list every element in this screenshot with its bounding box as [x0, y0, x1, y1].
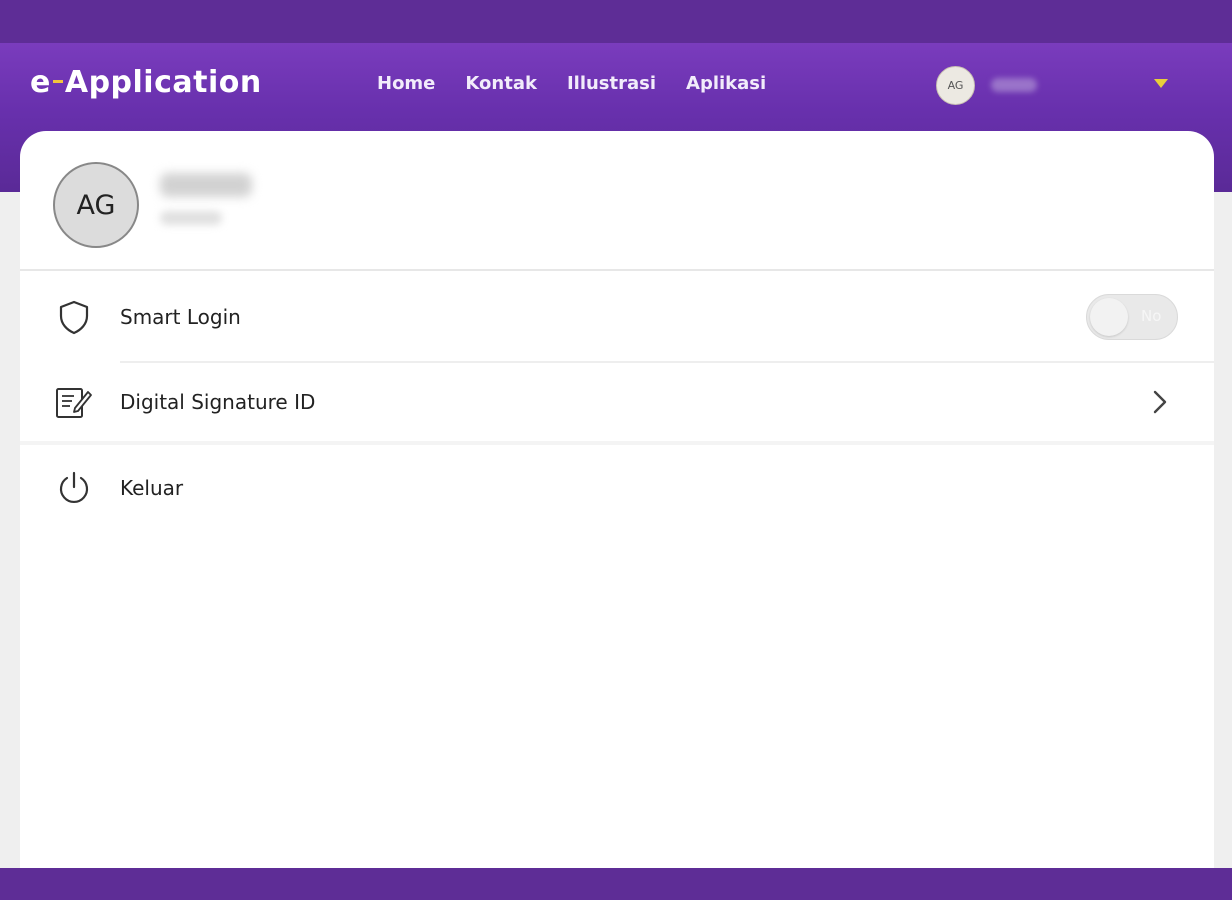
profile-id-redacted — [160, 211, 222, 225]
toggle-knob — [1090, 298, 1128, 336]
smart-login-toggle[interactable]: No — [1086, 294, 1178, 340]
shield-icon — [54, 297, 94, 337]
power-icon — [54, 468, 94, 508]
logo-dash — [52, 80, 63, 83]
caret-down-icon[interactable] — [1154, 79, 1168, 88]
user-menu[interactable]: AG — [936, 65, 1176, 105]
bottom-bar — [0, 868, 1232, 900]
profile-header: AG — [20, 131, 1214, 271]
status-bar — [0, 0, 1232, 43]
nav-illustrasi[interactable]: Illustrasi — [567, 73, 656, 94]
user-name-redacted — [991, 78, 1037, 92]
menu-item-logout[interactable]: Keluar — [20, 445, 1214, 531]
logo-suffix: Application — [64, 65, 262, 100]
logo-prefix: e — [30, 65, 51, 100]
main-nav: Home Kontak Illustrasi Aplikasi — [377, 73, 766, 94]
signature-document-icon — [54, 382, 94, 422]
profile-avatar: AG — [53, 162, 139, 248]
nav-home[interactable]: Home — [377, 73, 435, 94]
profile-panel: AG Smart Login No Digital Signature ID K… — [20, 131, 1214, 868]
smart-login-label: Smart Login — [120, 305, 241, 329]
toggle-state-text: No — [1141, 307, 1162, 325]
nav-aplikasi[interactable]: Aplikasi — [686, 73, 766, 94]
digital-signature-label: Digital Signature ID — [120, 390, 316, 414]
app-logo[interactable]: e Application — [30, 65, 262, 100]
logout-label: Keluar — [120, 476, 184, 500]
menu-item-digital-signature[interactable]: Digital Signature ID — [20, 363, 1214, 445]
chevron-right-icon — [1150, 388, 1170, 416]
menu-item-smart-login: Smart Login No — [20, 271, 1214, 363]
user-avatar[interactable]: AG — [936, 65, 975, 105]
nav-kontak[interactable]: Kontak — [465, 73, 537, 94]
profile-name-redacted — [160, 173, 252, 197]
